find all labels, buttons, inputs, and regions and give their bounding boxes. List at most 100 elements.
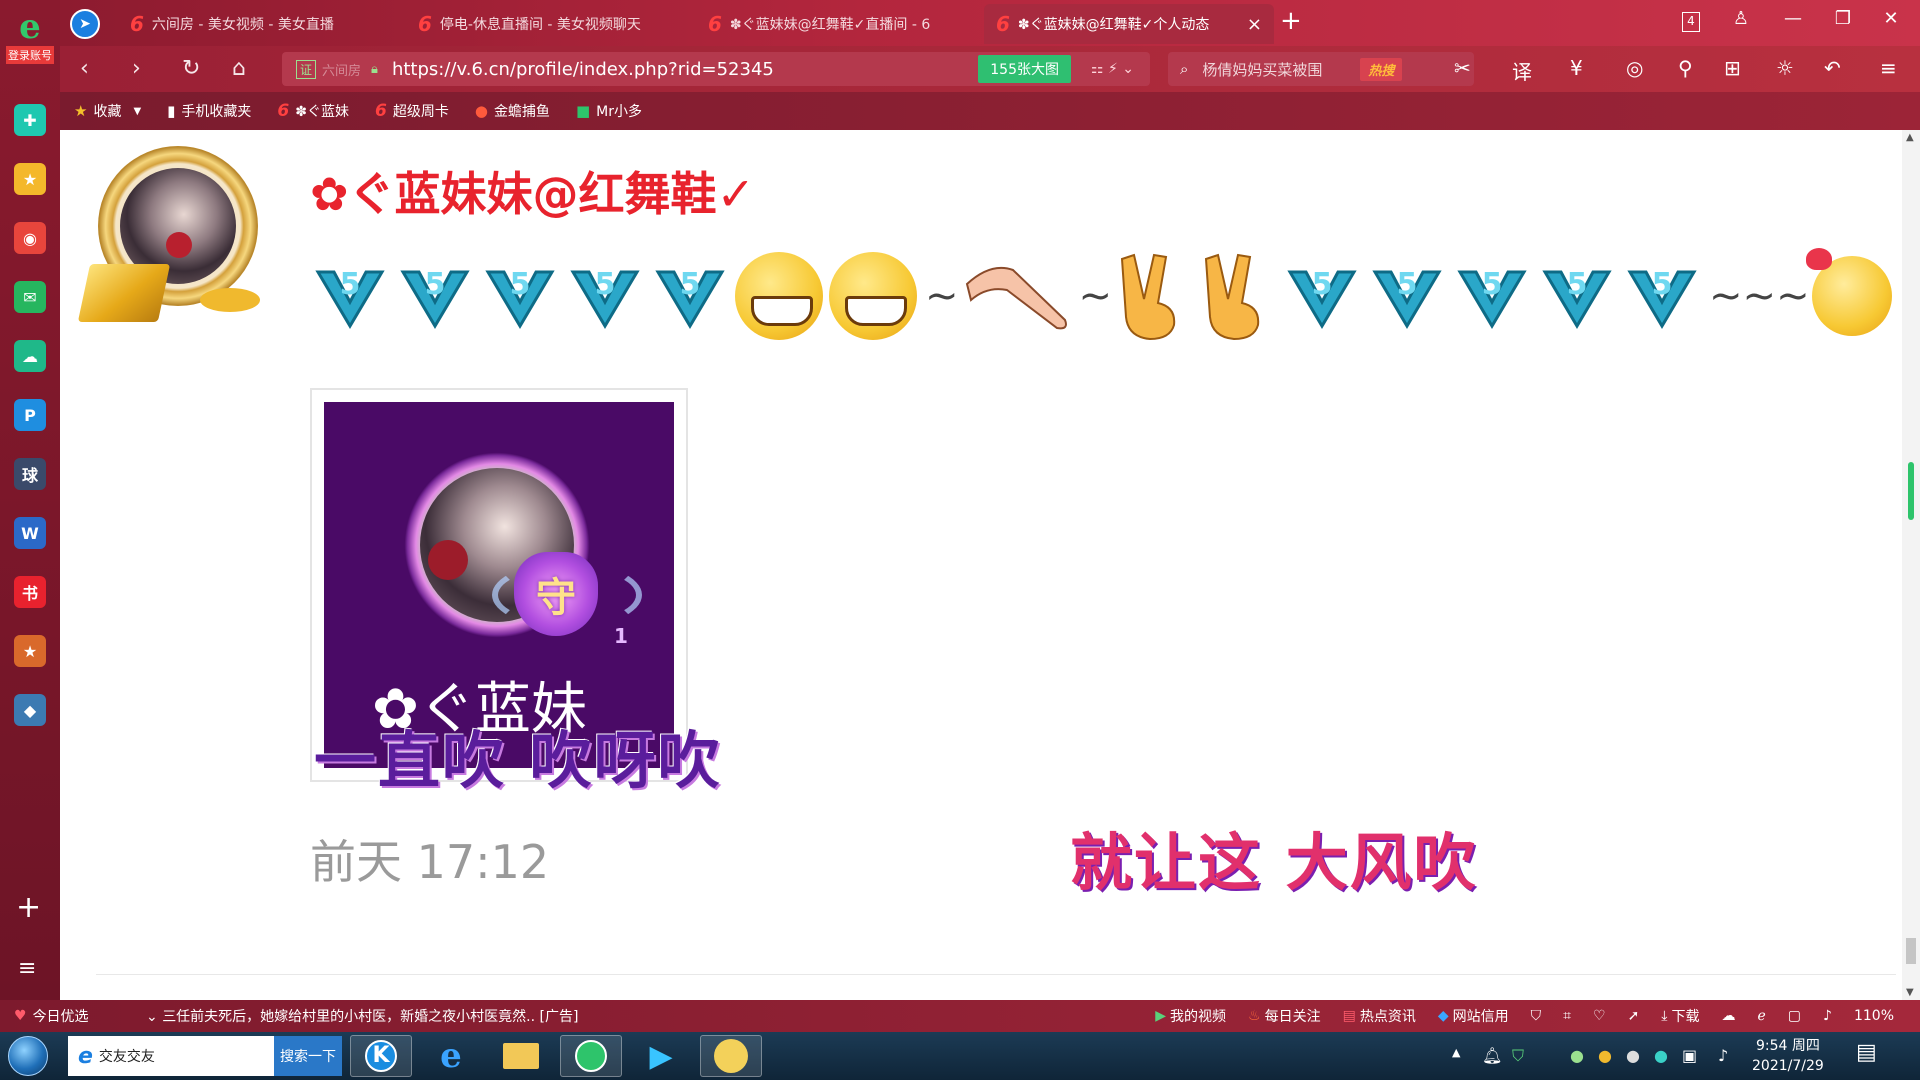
my-video-button[interactable]: ▶ 我的视频 — [1155, 1006, 1226, 1026]
sidebar-menu-icon[interactable]: ≡ — [18, 956, 36, 981]
browser-app-icon[interactable] — [560, 1035, 622, 1077]
brightness-icon[interactable]: ☼ — [1776, 56, 1794, 80]
hot-news-button[interactable]: ▤ 热点资讯 — [1343, 1006, 1416, 1026]
player-app-icon[interactable]: ▶ — [630, 1035, 692, 1077]
image-count-button[interactable]: 155张大图 — [978, 55, 1071, 83]
site-credit-button[interactable]: ◆ 网站信用 — [1438, 1006, 1509, 1026]
bookmark-super-weekly[interactable]: 6 超级周卡 — [375, 101, 449, 121]
certificate-badge[interactable]: 证 — [296, 59, 317, 79]
search-icon[interactable]: ⌕ — [1180, 60, 1188, 78]
translate-icon[interactable]: 译 — [1512, 56, 1532, 85]
network-icon[interactable]: ▣ — [1682, 1046, 1697, 1065]
ie-mode-icon[interactable]: ℯ — [1758, 1008, 1766, 1024]
bookmark-lanmei[interactable]: 6 ✽ぐ蓝妹 — [277, 101, 349, 121]
grid-apps-icon[interactable]: ⊞ — [1724, 56, 1741, 80]
game2-app-icon[interactable]: ◆ — [14, 694, 46, 726]
user-avatar[interactable] — [77, 138, 270, 338]
gamepad-icon[interactable]: ◎ — [1626, 56, 1643, 80]
tray-expand-icon[interactable]: ▲ — [1452, 1046, 1460, 1059]
cloud-tool-icon[interactable]: ☁ — [1722, 1008, 1736, 1024]
start-button[interactable] — [8, 1036, 48, 1076]
vertical-scrollbar[interactable]: ▲ ▼ — [1902, 130, 1920, 1000]
add-circle-app-icon[interactable]: ✚ — [14, 104, 46, 136]
security-shield-icon[interactable]: ⛉ — [1512, 1046, 1524, 1066]
volume-icon[interactable]: ♪ — [1718, 1046, 1728, 1065]
tab-power-outage-room[interactable]: 6 停电-休息直播间 - 美女视频聊天 — [406, 4, 696, 44]
navigation-icon[interactable]: ➤ — [70, 9, 100, 39]
sound-tool-icon[interactable]: ♪ — [1823, 1008, 1832, 1024]
p-app-icon[interactable]: P — [14, 399, 46, 431]
hot-search-badge[interactable]: 热搜 — [1360, 57, 1403, 81]
ie-app-icon[interactable]: e — [420, 1035, 482, 1077]
scissors-icon[interactable]: ✂ — [1454, 56, 1471, 80]
tab-profile-active[interactable]: 6 ✽ぐ蓝妹妹@红舞鞋✓个人动态 × — [984, 4, 1274, 44]
scroll-thumb[interactable] — [1906, 938, 1916, 964]
tray-app-icon-2[interactable]: ● — [1598, 1046, 1612, 1065]
minimize-button[interactable]: — — [1776, 8, 1810, 29]
tray-app-icon-1[interactable]: ● — [1570, 1046, 1584, 1065]
login-button[interactable]: 登录账号 — [6, 46, 54, 64]
profile-username[interactable]: ✿ぐ蓝妹妹@红舞鞋✓ — [310, 158, 755, 224]
address-tools-icon[interactable]: ⚏ ⚡ ⌄ — [1091, 61, 1134, 77]
lock-icon[interactable]: 🔒︎ — [371, 62, 378, 77]
refresh-button[interactable]: ↻ — [182, 56, 200, 81]
word-app-icon[interactable]: W — [14, 517, 46, 549]
weibo-app-icon[interactable]: ◉ — [14, 222, 46, 254]
wallet-icon[interactable]: ¥ — [1570, 56, 1583, 80]
side-float-tab[interactable] — [1908, 462, 1914, 520]
rocket-tool-icon[interactable]: ➚ — [1628, 1008, 1640, 1024]
add-app-button[interactable]: + — [16, 890, 41, 925]
daily-follow-button[interactable]: ♨ 每日关注 — [1248, 1006, 1321, 1026]
tray-app-icon-4[interactable]: ● — [1654, 1046, 1668, 1065]
browser-logo[interactable]: e 登录账号 — [6, 10, 54, 64]
search-box[interactable]: ⌕ 杨倩妈妈买菜被围 热搜 — [1168, 52, 1474, 86]
search-input[interactable]: 杨倩妈妈买菜被围 — [1202, 59, 1352, 80]
folder-app-icon[interactable] — [490, 1035, 552, 1077]
restore-button[interactable]: ❐ — [1826, 8, 1860, 29]
forward-button[interactable]: › — [132, 56, 141, 81]
shield-tool-icon[interactable]: ⛉ — [1531, 1008, 1542, 1024]
bookmark-favorites[interactable]: ★ 收藏 ▼ — [74, 101, 141, 121]
today-pick-button[interactable]: ♥ 今日优选 — [14, 1006, 132, 1026]
new-tab-button[interactable]: + — [1280, 6, 1302, 36]
chat-app-icon[interactable] — [700, 1035, 762, 1077]
cloud-app-icon[interactable]: ☁ — [14, 340, 46, 372]
star-app-icon[interactable]: ★ — [14, 163, 46, 195]
close-window-button[interactable]: ✕ — [1874, 8, 1908, 29]
undo-icon[interactable]: ↶ — [1824, 56, 1841, 80]
tray-app-icon-3[interactable]: ● — [1626, 1046, 1640, 1065]
bookmark-mobile[interactable]: ▮ 手机收藏夹 — [167, 101, 251, 121]
action-center-icon[interactable]: ▤ — [1856, 1040, 1877, 1065]
menu-icon[interactable]: ≡ — [1880, 56, 1897, 80]
heartbeat-tool-icon[interactable]: ♡ — [1593, 1008, 1606, 1024]
home-button[interactable]: ⌂ — [232, 56, 246, 81]
chevron-down-icon[interactable]: ▼ — [133, 106, 141, 117]
mail-app-icon[interactable]: ✉ — [14, 281, 46, 313]
system-clock[interactable]: 9:54 周四 2021/7/29 — [1752, 1036, 1824, 1076]
address-bar[interactable]: 证 六间房 🔒︎ https://v.6.cn/profile/index.ph… — [282, 52, 1150, 86]
bookmark-mr-xiaoduo[interactable]: ■ Mr小多 — [576, 101, 642, 121]
zoom-level[interactable]: 110% — [1854, 1008, 1894, 1024]
tab-count-badge[interactable]: 4 — [1682, 12, 1700, 32]
tab-live-room[interactable]: 6 ✽ぐ蓝妹妹@红舞鞋✓直播间 - 6 — [696, 4, 986, 44]
bookmark-fishing[interactable]: ● 金蟾捕鱼 — [475, 101, 550, 121]
magnifier-icon[interactable]: ⚲ — [1678, 56, 1693, 80]
back-button[interactable]: ‹ — [80, 56, 89, 81]
kugou-app-icon[interactable]: K — [350, 1035, 412, 1077]
taskbar-search[interactable]: e 交友交友 — [68, 1036, 276, 1076]
taskbar-search-button[interactable]: 搜索一下 — [274, 1036, 342, 1076]
skin-icon[interactable]: ♙ — [1724, 8, 1758, 29]
notification-icon[interactable]: 🔔︎ — [1482, 1046, 1502, 1065]
window-tool-icon[interactable]: ▢ — [1788, 1008, 1801, 1024]
taskbar-search-input[interactable]: 交友交友 — [99, 1046, 155, 1066]
news-ticker[interactable]: ⌄ 三任前夫死后，她嫁给村里的小村医，新婚之夜小村医竟然.. [广告] — [146, 1006, 1155, 1026]
close-tab-icon[interactable]: × — [1247, 14, 1262, 35]
scroll-up-icon[interactable]: ▲ — [1906, 132, 1914, 143]
chart-tool-icon[interactable]: ⌗ — [1563, 1008, 1571, 1024]
url-text[interactable]: https://v.6.cn/profile/index.php?rid=523… — [392, 59, 978, 80]
game-app-icon[interactable]: ★ — [14, 635, 46, 667]
xiaohongshu-app-icon[interactable]: 书 — [14, 576, 46, 608]
tab-liujianfang[interactable]: 6 六间房 - 美女视频 - 美女直播 — [118, 4, 408, 44]
scroll-down-icon[interactable]: ▼ — [1906, 987, 1914, 998]
news-app-icon[interactable]: 球 — [14, 458, 46, 490]
